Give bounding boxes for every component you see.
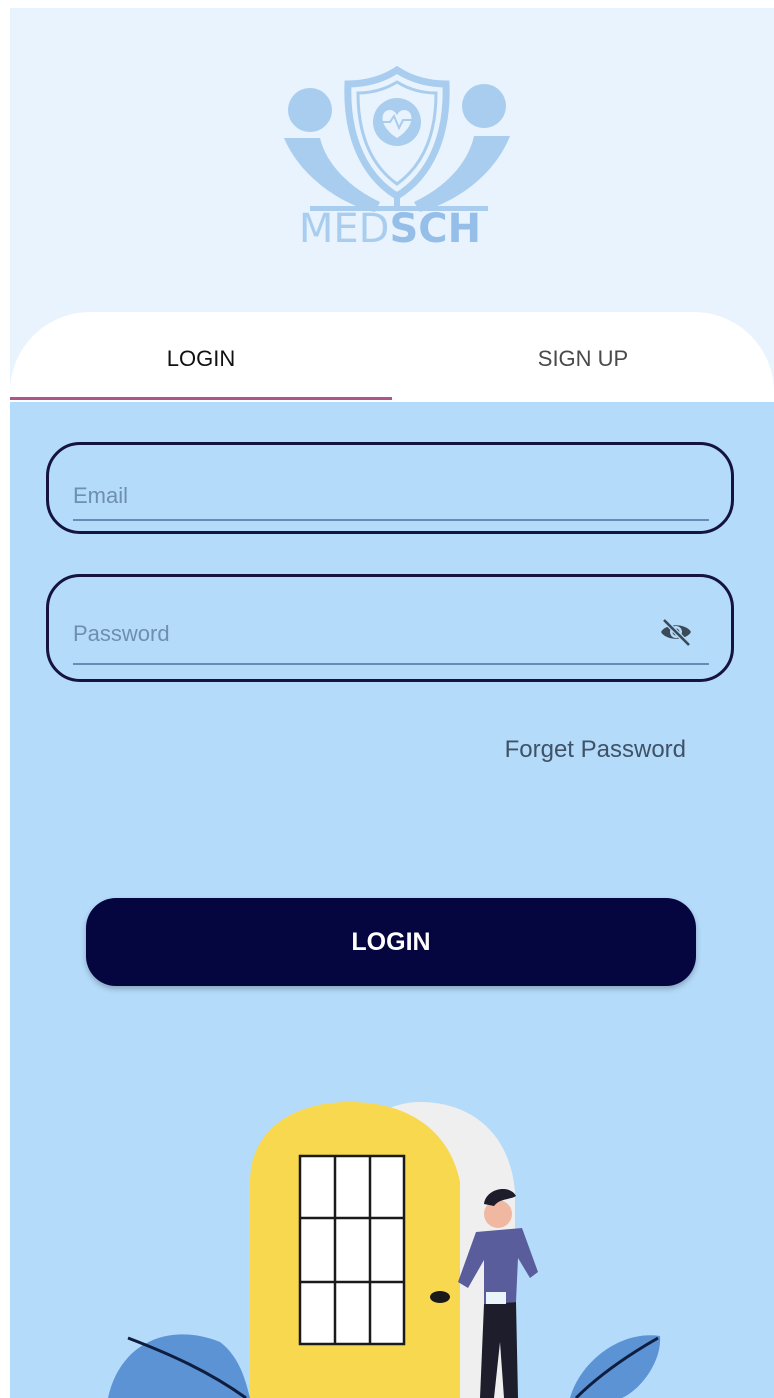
tab-signup[interactable]: SIGN UP (392, 346, 774, 372)
logo-text-med: MED (298, 206, 390, 252)
medsch-logo-icon (284, 66, 510, 212)
login-button[interactable]: LOGIN (86, 898, 696, 986)
email-field-container (46, 442, 734, 534)
auth-tabs: LOGIN SIGN UP (10, 312, 774, 404)
email-input[interactable] (73, 481, 683, 511)
forget-password-link[interactable]: Forget Password (505, 736, 686, 764)
eye-off-icon[interactable] (659, 617, 693, 647)
login-screen: MEDSCH LOGIN SIGN UP Forget (10, 8, 774, 1398)
password-underline (73, 663, 709, 665)
active-tab-indicator (10, 397, 392, 400)
logo-wordmark: MEDSCH (280, 206, 500, 252)
door-person-illustration (108, 1102, 661, 1398)
email-underline (73, 519, 709, 521)
tab-login[interactable]: LOGIN (10, 346, 392, 372)
password-input[interactable] (73, 619, 683, 649)
password-field-container (46, 574, 734, 682)
logo-text-sch: SCH (389, 206, 482, 252)
app-logo: MEDSCH (280, 66, 520, 256)
login-form: Forget Password LOGIN (10, 402, 774, 1398)
